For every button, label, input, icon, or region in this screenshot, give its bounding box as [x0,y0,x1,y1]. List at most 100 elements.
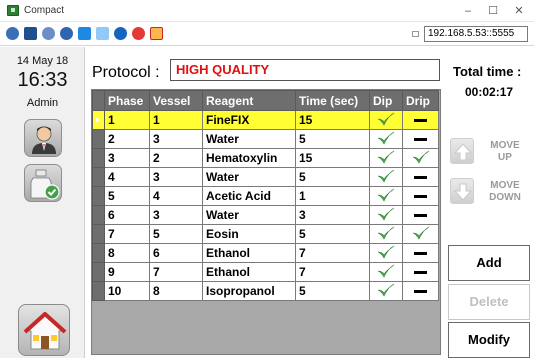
cell-drip[interactable] [402,148,439,168]
cell-drip[interactable] [402,224,439,244]
table-row[interactable]: 4 3 Water 5 [92,167,439,187]
row-header[interactable] [92,262,105,282]
cell-dip[interactable] [369,205,403,225]
cell-vessel[interactable]: 7 [149,262,203,282]
address-field[interactable]: 192.168.5.53::5555 [424,26,528,42]
select-icon[interactable] [24,27,37,40]
cell-dip[interactable] [369,148,403,168]
col-vessel[interactable]: Vessel [149,90,203,111]
connect-icon[interactable] [6,27,19,40]
table-row[interactable]: 2 3 Water 5 [92,129,439,149]
table-row[interactable]: 10 8 Isopropanol 5 [92,281,439,301]
table-row[interactable]: 5 4 Acetic Acid 1 [92,186,439,206]
cell-reagent[interactable]: Water [202,129,296,149]
cell-phase[interactable]: 9 [104,262,150,282]
cell-time[interactable]: 15 [295,110,370,130]
row-header[interactable] [92,281,105,301]
cell-vessel[interactable]: 3 [149,129,203,149]
cell-dip[interactable] [369,167,403,187]
cell-phase[interactable]: 10 [104,281,150,301]
cell-time[interactable]: 5 [295,167,370,187]
cell-reagent[interactable]: FineFIX [202,110,296,130]
cell-time[interactable]: 5 [295,281,370,301]
cell-dip[interactable] [369,186,403,206]
row-header[interactable] [92,243,105,263]
cell-vessel[interactable]: 3 [149,167,203,187]
col-drip[interactable]: Drip [402,90,439,111]
move-down-button[interactable] [450,178,474,204]
cell-vessel[interactable]: 2 [149,148,203,168]
cell-dip[interactable] [369,262,403,282]
cell-vessel[interactable]: 6 [149,243,203,263]
move-up-button[interactable] [450,138,474,164]
table-row[interactable]: 9 7 Ethanol 7 [92,262,439,282]
cell-time[interactable]: 1 [295,186,370,206]
cell-dip[interactable] [369,281,403,301]
cell-vessel[interactable]: 1 [149,110,203,130]
cell-drip[interactable] [402,205,439,225]
settings-icon[interactable] [42,27,55,40]
cell-phase[interactable]: 4 [104,167,150,187]
cell-phase[interactable]: 5 [104,186,150,206]
cell-dip[interactable] [369,243,403,263]
cell-phase[interactable]: 1 [104,110,150,130]
cell-time[interactable]: 7 [295,262,370,282]
cell-reagent[interactable]: Water [202,167,296,187]
cell-time[interactable]: 5 [295,129,370,149]
close-button[interactable]: ✕ [504,2,534,20]
cell-vessel[interactable]: 4 [149,186,203,206]
protocol-name-field[interactable]: HIGH QUALITY [170,59,440,81]
table-row[interactable]: 8 6 Ethanol 7 [92,243,439,263]
row-header[interactable] [92,110,105,130]
row-header[interactable] [92,186,105,206]
cell-drip[interactable] [402,243,439,263]
reagent-status-button[interactable] [24,164,62,202]
cell-vessel[interactable]: 5 [149,224,203,244]
cell-drip[interactable] [402,262,439,282]
table-row[interactable]: 1 1 FineFIX 15 [92,110,439,130]
table-row[interactable]: 7 5 Eosin 5 [92,224,439,244]
col-time[interactable]: Time (sec) [295,90,370,111]
cell-dip[interactable] [369,110,403,130]
delete-button[interactable]: Delete [448,284,530,320]
col-reagent[interactable]: Reagent [202,90,296,111]
user-button[interactable] [24,119,62,157]
cell-time[interactable]: 7 [295,243,370,263]
row-header[interactable] [92,205,105,225]
col-dip[interactable]: Dip [369,90,403,111]
refresh-icon[interactable] [60,27,73,40]
cell-phase[interactable]: 2 [104,129,150,149]
row-header[interactable] [92,148,105,168]
cell-time[interactable]: 15 [295,148,370,168]
cell-vessel[interactable]: 8 [149,281,203,301]
cell-reagent[interactable]: Acetic Acid [202,186,296,206]
screen-icon[interactable] [96,27,109,40]
windows-icon[interactable] [78,27,91,40]
row-header[interactable] [92,224,105,244]
cell-time[interactable]: 3 [295,205,370,225]
cell-reagent[interactable]: Ethanol [202,262,296,282]
cell-phase[interactable]: 8 [104,243,150,263]
cell-phase[interactable]: 6 [104,205,150,225]
cell-reagent[interactable]: Water [202,205,296,225]
info-icon[interactable] [114,27,127,40]
cell-dip[interactable] [369,129,403,149]
cell-reagent[interactable]: Eosin [202,224,296,244]
cell-drip[interactable] [402,167,439,187]
protocol-table[interactable]: Phase Vessel Reagent Time (sec) Dip Drip… [91,89,441,355]
row-header[interactable] [92,167,105,187]
cell-phase[interactable]: 7 [104,224,150,244]
stop-icon[interactable] [132,27,145,40]
table-row[interactable]: 6 3 Water 3 [92,205,439,225]
cell-dip[interactable] [369,224,403,244]
cell-drip[interactable] [402,110,439,130]
cell-phase[interactable]: 3 [104,148,150,168]
cell-reagent[interactable]: Hematoxylin [202,148,296,168]
cell-vessel[interactable]: 3 [149,205,203,225]
row-header[interactable] [92,129,105,149]
cell-drip[interactable] [402,281,439,301]
table-row[interactable]: 3 2 Hematoxylin 15 [92,148,439,168]
cell-drip[interactable] [402,129,439,149]
modify-button[interactable]: Modify [448,322,530,358]
cell-reagent[interactable]: Ethanol [202,243,296,263]
